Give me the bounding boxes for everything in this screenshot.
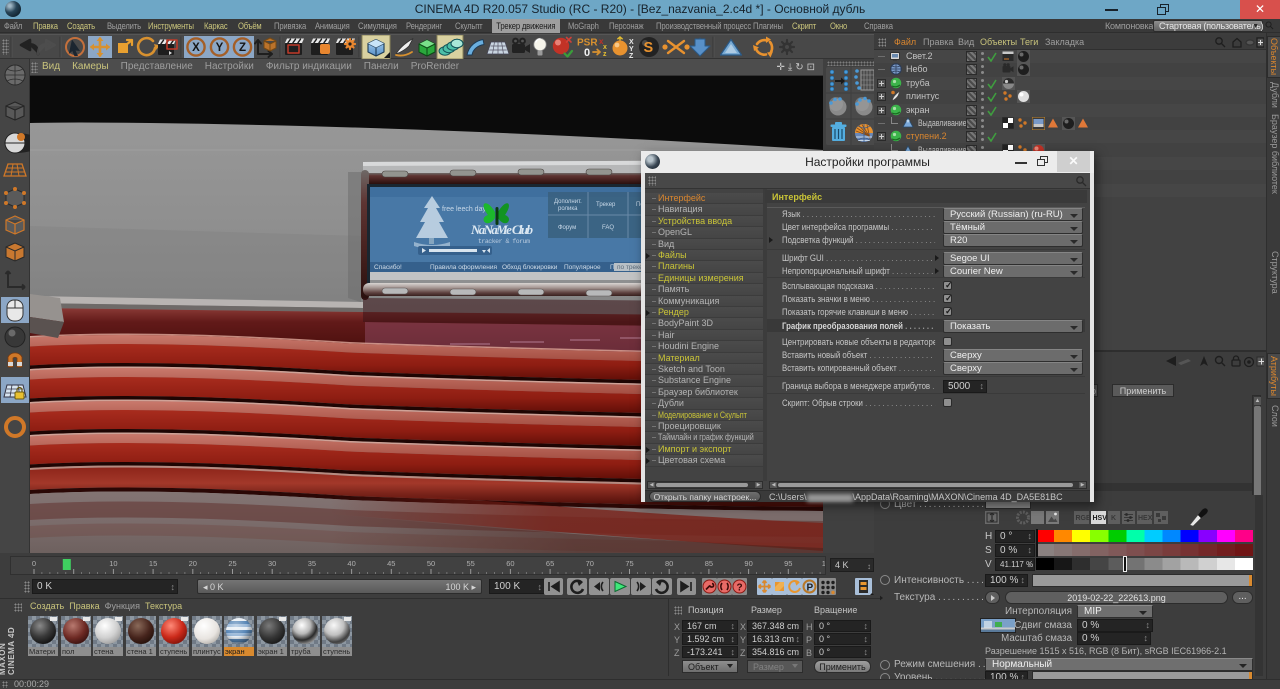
svg-text:10: 10	[109, 559, 117, 568]
svg-text:x: x	[603, 44, 607, 51]
svg-text:Правила оформления: Правила оформления	[430, 264, 497, 271]
svg-text:Трекер: Трекер	[596, 202, 616, 208]
svg-text:Популярное: Популярное	[564, 264, 601, 271]
svg-text:45: 45	[387, 559, 395, 568]
svg-text:90: 90	[744, 559, 752, 568]
svg-text:NaNaMe Club: NaNaMe Club	[470, 222, 534, 237]
svg-text:40: 40	[347, 559, 355, 568]
svg-text:S: S	[644, 40, 654, 56]
svg-text:100: 100	[822, 559, 826, 568]
svg-text:80: 80	[665, 559, 673, 568]
svg-text:?: ?	[737, 583, 743, 594]
svg-text:55: 55	[467, 559, 475, 568]
svg-text:30: 30	[268, 559, 276, 568]
svg-text:50: 50	[427, 559, 435, 568]
svg-text:ролика: ролика	[558, 206, 578, 212]
svg-text:Y: Y	[216, 42, 224, 54]
svg-text:15: 15	[149, 559, 157, 568]
svg-text:Z: Z	[239, 42, 246, 54]
svg-text:95: 95	[784, 559, 792, 568]
svg-text:Обход блокировки: Обход блокировки	[502, 263, 558, 271]
svg-text:P: P	[807, 583, 814, 594]
svg-text:FAQ: FAQ	[602, 225, 614, 231]
svg-text:85: 85	[705, 559, 713, 568]
svg-text:RGB: RGB	[1076, 515, 1092, 522]
svg-text:35: 35	[308, 559, 316, 568]
svg-text:Дополнит.: Дополнит.	[554, 199, 582, 205]
svg-text:X: X	[629, 39, 634, 46]
svg-text:X: X	[192, 42, 200, 54]
svg-text:Форум: Форум	[558, 225, 576, 231]
svg-text:0: 0	[584, 47, 590, 59]
svg-text:70: 70	[586, 559, 594, 568]
svg-text:HEX: HEX	[1138, 515, 1153, 522]
svg-text:25: 25	[228, 559, 236, 568]
svg-text:tracker & forum: tracker & forum	[478, 238, 530, 245]
svg-text:K: K	[1111, 515, 1116, 522]
svg-text:60: 60	[506, 559, 514, 568]
svg-text:free leech day!: free leech day!	[442, 206, 488, 213]
svg-text:20: 20	[189, 559, 197, 568]
svg-text:z: z	[603, 51, 607, 58]
svg-text:HSV: HSV	[1093, 515, 1108, 522]
svg-text:65: 65	[546, 559, 554, 568]
svg-text:75: 75	[625, 559, 633, 568]
svg-text:0: 0	[32, 559, 36, 568]
svg-text:Спасибо!: Спасибо!	[374, 263, 402, 271]
svg-text:Y: Y	[629, 46, 634, 53]
